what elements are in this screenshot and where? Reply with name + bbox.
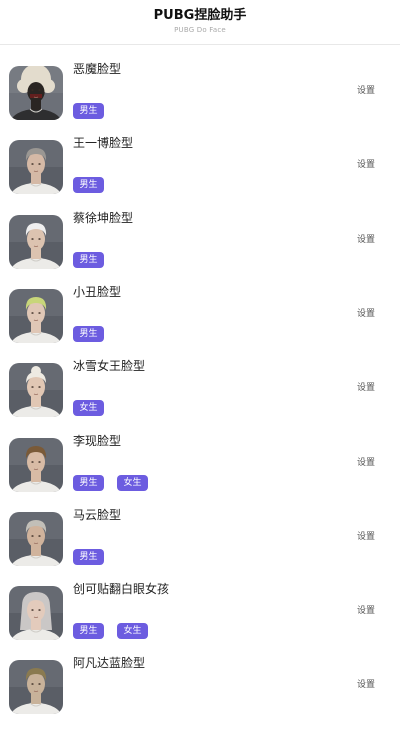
gender-tags: 男生	[73, 548, 104, 565]
list-item[interactable]: 蔡徐坤脸型男生 设置	[0, 211, 400, 289]
face-name: 阿凡达蓝脸型	[73, 656, 146, 671]
gender-tags: 男生	[73, 177, 104, 194]
face-avatar	[9, 586, 63, 641]
settings-link[interactable]: 设置	[357, 232, 375, 245]
list-item[interactable]: 冰雪女王脸型 女生 设置	[0, 359, 400, 437]
face-avatar-image	[9, 437, 63, 492]
face-avatar-image	[9, 140, 63, 195]
gender-tags: 男生 女生	[73, 623, 148, 640]
face-name: 恶魔脸型	[73, 62, 122, 76]
face-list: 女生 恶魔脸型男生设置王一博脸型男生设置蔡徐坤脸型男生设置小丑脸型男生设置冰雪女…	[0, 0, 400, 715]
settings-link[interactable]: 设置	[357, 380, 375, 393]
face-avatar-image	[9, 288, 63, 343]
gender-tag: 男生	[73, 251, 104, 268]
face-name: 王一博脸型	[73, 136, 134, 151]
face-avatar-image	[9, 363, 63, 418]
face-avatar	[9, 437, 63, 492]
gender-tags: 男生	[73, 325, 104, 342]
gender-tag: 女生	[117, 623, 148, 640]
gender-tag: 男生	[73, 474, 104, 491]
face-avatar	[9, 214, 63, 269]
face-avatar	[9, 363, 63, 418]
list-item[interactable]: 阿凡达蓝脸型设置	[0, 656, 400, 734]
face-name: 蔡徐坤脸型	[73, 210, 134, 225]
face-avatar-image	[9, 66, 63, 120]
list-item[interactable]: 李现脸型男生 女生 设置	[0, 434, 400, 512]
settings-link[interactable]: 设置	[357, 83, 375, 96]
face-avatar	[9, 66, 63, 120]
list-item[interactable]: 恶魔脸型男生 设置	[0, 62, 400, 140]
list-item[interactable]: 王一博脸型男生 设置	[0, 136, 400, 214]
settings-link[interactable]: 设置	[357, 529, 375, 542]
face-avatar-image	[9, 214, 63, 269]
face-name: 小丑脸型	[73, 284, 122, 299]
list-item[interactable]: 创可贴翻白眼女孩 男生 女生 设置	[0, 582, 400, 660]
settings-link[interactable]: 设置	[357, 603, 375, 616]
face-name: 李现脸型	[73, 433, 122, 448]
settings-link[interactable]: 设置	[357, 306, 375, 319]
face-name: 马云脸型	[73, 507, 122, 522]
settings-link[interactable]: 设置	[357, 677, 375, 690]
face-avatar-image	[9, 511, 63, 566]
list-item[interactable]: 马云脸型男生 设置	[0, 508, 400, 586]
gender-tags: 男生 女生	[73, 474, 148, 491]
face-avatar	[9, 660, 63, 715]
gender-tags: 男生	[73, 251, 104, 268]
gender-tag: 男生	[73, 548, 104, 565]
gender-tag: 男生	[73, 177, 104, 194]
app-header: PUBG捏脸助手 PUBG Do Face	[0, 0, 400, 45]
settings-link[interactable]: 设置	[357, 455, 375, 468]
face-name: 冰雪女王脸型	[73, 359, 146, 374]
face-avatar	[9, 140, 63, 195]
gender-tag: 男生	[73, 325, 104, 342]
face-avatar	[9, 511, 63, 566]
gender-tags: 男生	[73, 103, 104, 119]
app-subtitle: PUBG Do Face	[174, 26, 226, 34]
gender-tag: 男生	[73, 623, 104, 640]
gender-tags: 女生	[73, 400, 104, 417]
face-name: 创可贴翻白眼女孩	[73, 582, 170, 597]
settings-link[interactable]: 设置	[357, 157, 375, 170]
gender-tag: 女生	[117, 474, 148, 491]
list-item[interactable]: 小丑脸型男生 设置	[0, 285, 400, 363]
gender-tag: 女生	[73, 400, 104, 417]
app-title: PUBG捏脸助手	[153, 8, 247, 23]
gender-tag: 男生	[73, 103, 104, 119]
face-avatar-image	[9, 586, 63, 641]
face-avatar-image	[9, 660, 63, 715]
face-avatar	[9, 288, 63, 343]
